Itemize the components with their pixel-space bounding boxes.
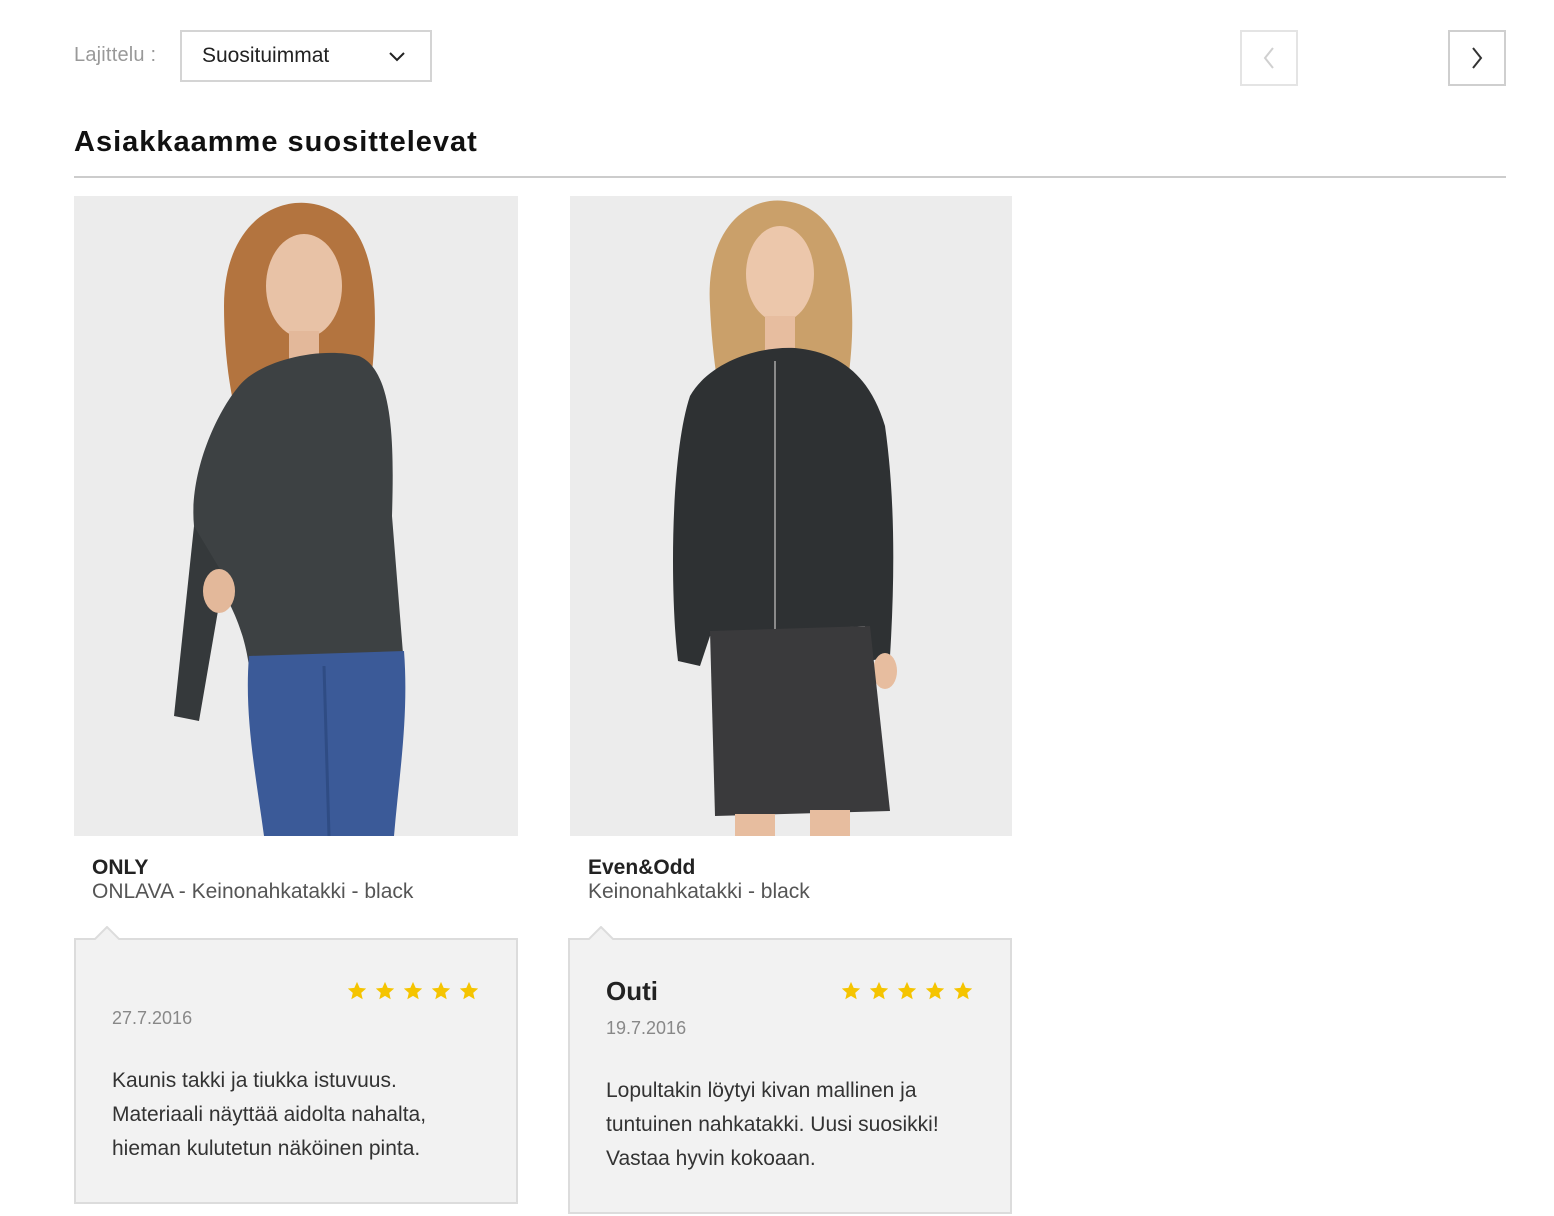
product-image[interactable]	[570, 196, 1012, 836]
star-icon	[869, 981, 889, 1000]
product-name[interactable]: Keinonahkatakki - black	[588, 880, 810, 904]
star-icon	[841, 981, 861, 1000]
review-date: 27.7.2016	[112, 1008, 193, 1028]
product-name[interactable]: ONLAVA - Keinonahkatakki - black	[92, 880, 413, 904]
review-date: 19.7.2016	[606, 1018, 687, 1038]
rating-stars	[346, 980, 480, 1002]
product-reviews-page: Lajittelu : Suosituimmat Asiakkaamme suo…	[0, 0, 1554, 1216]
chevron-right-icon	[1472, 47, 1483, 69]
section-divider	[74, 176, 1506, 178]
star-icon	[403, 981, 423, 1000]
product-image[interactable]	[74, 196, 518, 836]
sort-label: Lajittelu :	[74, 44, 157, 66]
star-icon	[459, 981, 479, 1000]
star-icon	[431, 981, 451, 1000]
speech-pointer	[94, 926, 120, 940]
product-brand[interactable]: ONLY	[92, 856, 148, 880]
review-box: Outi 19.7.2016 Lopultakin löytyi kivan m…	[568, 926, 1012, 1214]
product-card: Even&Odd Keinonahkatakki - black Outi 19…	[568, 196, 1012, 1214]
review-text: Kaunis takki ja tiukka istuvuus. Materia…	[112, 1069, 427, 1160]
reviewer-name: Outi	[606, 976, 658, 1006]
model-photo-placeholder	[570, 196, 1012, 836]
speech-pointer	[588, 926, 614, 940]
star-icon	[897, 981, 917, 1000]
star-icon	[953, 981, 973, 1000]
review-box: 27.7.2016 Kaunis takki ja tiukka istuvuu…	[74, 926, 518, 1204]
model-photo-placeholder	[74, 196, 518, 836]
sort-selected-value: Suosituimmat	[202, 44, 330, 67]
star-icon	[347, 981, 367, 1000]
next-page-button[interactable]	[1448, 30, 1506, 86]
chevron-left-icon	[1263, 47, 1274, 69]
previous-page-button[interactable]	[1240, 30, 1298, 86]
star-icon	[925, 981, 945, 1000]
product-brand[interactable]: Even&Odd	[588, 856, 695, 880]
star-icon	[375, 981, 395, 1000]
chevron-down-icon	[389, 52, 405, 62]
section-title: Asiakkaamme suosittelevat	[74, 126, 478, 158]
review-text: Lopultakin löytyi kivan mallinen ja tunt…	[606, 1079, 939, 1170]
sort-dropdown[interactable]: Suosituimmat	[180, 30, 432, 82]
product-card: ONLY ONLAVA - Keinonahkatakki - black 27…	[74, 196, 518, 1204]
rating-stars	[840, 980, 974, 1002]
